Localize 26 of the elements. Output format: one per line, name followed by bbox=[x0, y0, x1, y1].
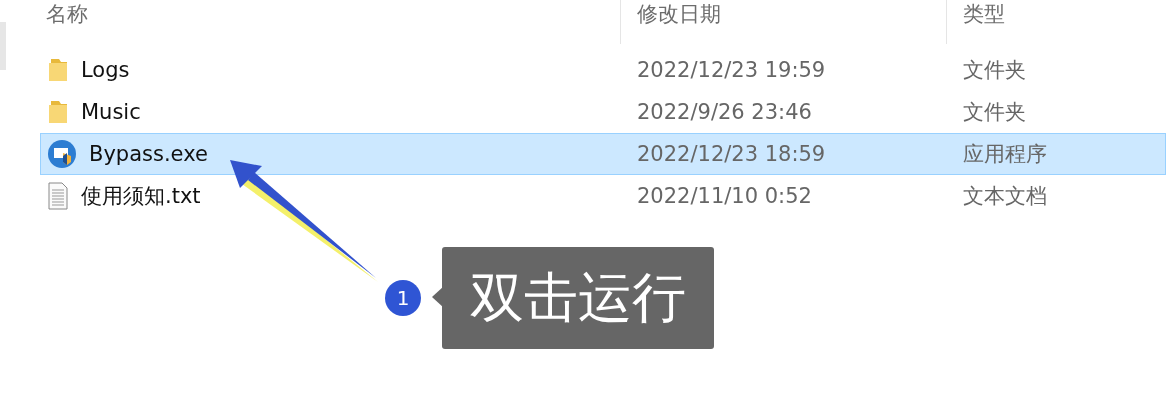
file-row[interactable]: Bypass.exe 2022/12/23 18:59 应用程序 bbox=[40, 133, 1166, 175]
step-badge: 1 bbox=[385, 280, 421, 316]
file-type: 文本文档 bbox=[962, 183, 1048, 210]
file-type: 文件夹 bbox=[962, 99, 1027, 126]
column-header[interactable]: 类型 bbox=[963, 2, 1005, 26]
column-header[interactable]: 名称 bbox=[46, 2, 88, 26]
file-name: 使用须知.txt bbox=[81, 183, 201, 210]
folder-icon bbox=[47, 57, 69, 83]
app-icon bbox=[47, 139, 77, 169]
file-type: 文件夹 bbox=[962, 57, 1027, 84]
file-row[interactable]: 使用须知.txt 2022/11/10 0:52 文本文档 bbox=[40, 175, 1166, 217]
text-file-icon bbox=[47, 182, 69, 210]
file-row[interactable]: Logs 2022/12/23 19:59 文件夹 bbox=[40, 49, 1166, 91]
scrollbar[interactable] bbox=[0, 22, 6, 70]
date-modified: 2022/12/23 19:59 bbox=[636, 58, 827, 82]
file-row[interactable]: Music 2022/9/26 23:46 文件夹 bbox=[40, 91, 1166, 133]
date-modified: 2022/11/10 0:52 bbox=[636, 184, 813, 208]
folder-icon bbox=[47, 99, 69, 125]
file-name: Music bbox=[81, 100, 141, 124]
date-modified: 2022/9/26 23:46 bbox=[636, 100, 813, 124]
instruction-callout: 双击运行 bbox=[442, 247, 714, 349]
column-header[interactable]: 修改日期 bbox=[637, 2, 721, 26]
date-modified: 2022/12/23 18:59 bbox=[636, 142, 827, 166]
file-name: Logs bbox=[81, 58, 130, 82]
file-type: 应用程序 bbox=[962, 141, 1048, 168]
file-name: Bypass.exe bbox=[89, 142, 208, 166]
